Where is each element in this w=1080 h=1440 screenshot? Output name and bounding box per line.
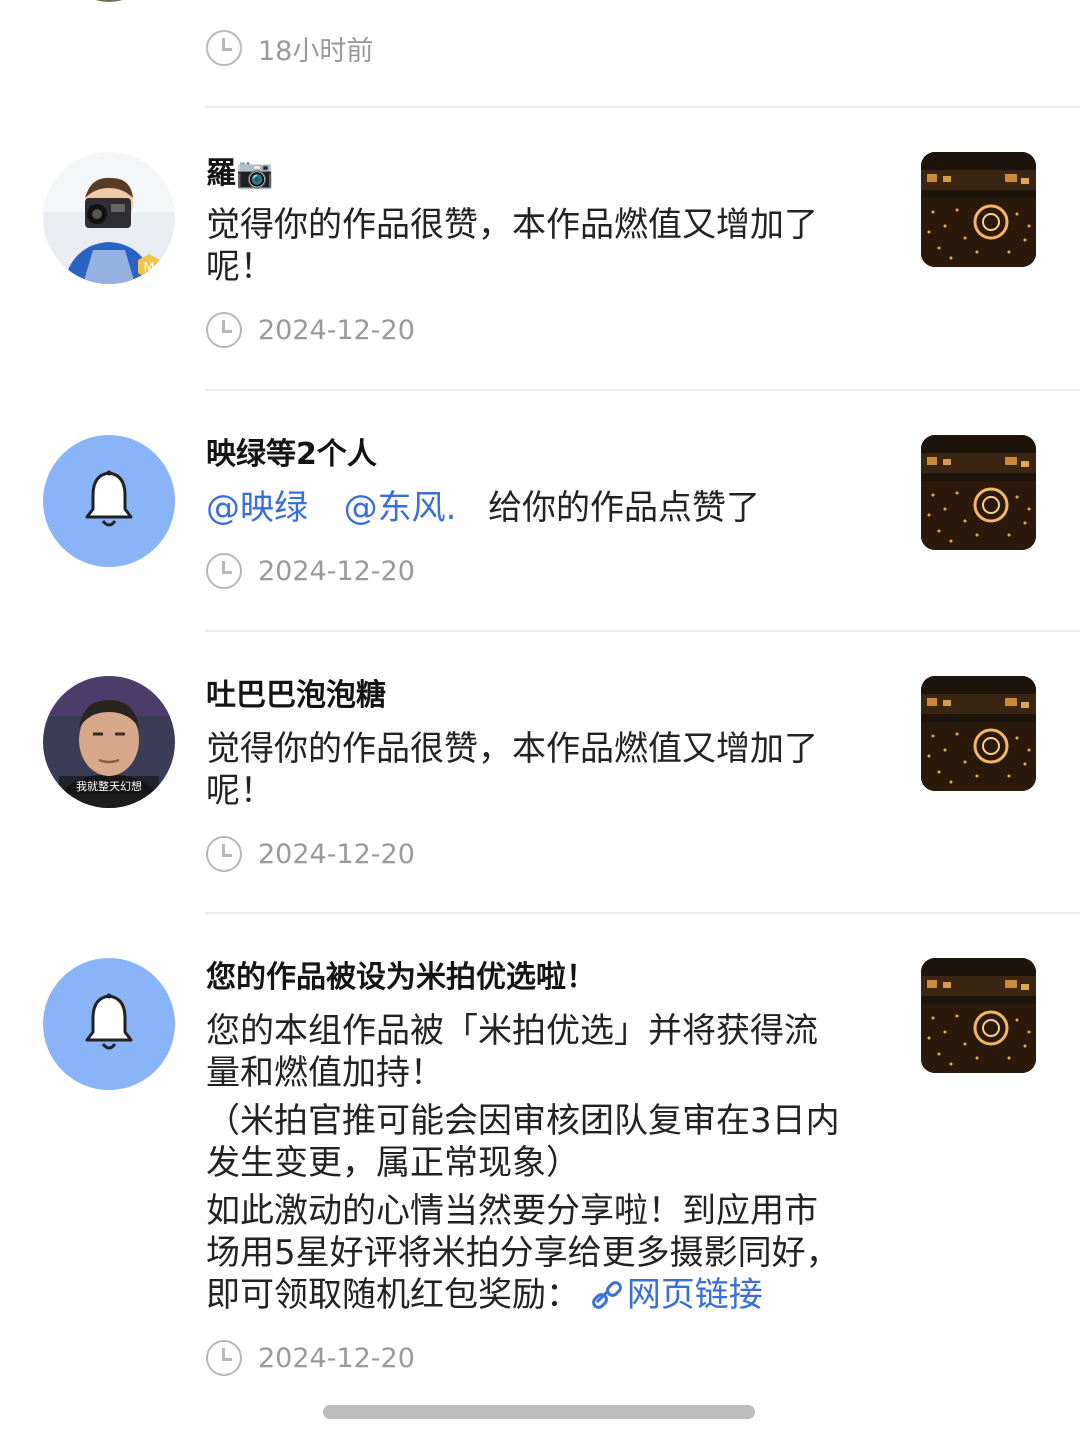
message-line: @映绿 @东风. 给你的作品点赞了 (206, 487, 886, 529)
notification-item[interactable]: 您的作品被设为米拍优选啦！ 您的本组作品被「米拍优选」并将获得流 量和燃值加持！… (0, 914, 1080, 1384)
bell-icon (85, 470, 133, 527)
timestamp-row: 2024-12-20 (206, 1338, 415, 1378)
clock-icon (206, 836, 242, 872)
message-line: 发生变更，属正常现象） (206, 1143, 580, 1183)
timestamp: 2024-12-20 (258, 314, 415, 346)
message-line: 呢！ (206, 771, 274, 811)
message-line: 呢！ (206, 247, 274, 287)
clock-icon (206, 1340, 242, 1376)
notification-screen: 18小时前 M 羅📷 觉得你的作品很赞，本作品燃值又增加了 呢！ 2024-12… (0, 0, 1080, 1440)
user-mention[interactable]: @映绿 (206, 488, 308, 528)
artwork-thumbnail[interactable] (921, 958, 1036, 1073)
avatar[interactable]: M (43, 152, 175, 284)
night-fireworks-thumbnail-image (921, 152, 1036, 267)
timestamp: 2024-12-20 (258, 838, 415, 870)
link-label[interactable]: 网页链接 (627, 1275, 763, 1315)
message-line: 场用5星好评将米拍分享给更多摄影同好， (206, 1233, 840, 1273)
web-link[interactable]: 网页链接 (591, 1275, 763, 1315)
sender-name[interactable]: 映绿等2个人 (206, 435, 377, 475)
message-line: （米拍官推可能会因审核团队复审在3日内 (206, 1101, 840, 1141)
avatar[interactable] (43, 958, 175, 1090)
message-text: 觉得你的作品很赞，本作品燃值又增加了 呢！ (206, 204, 886, 288)
notification-item[interactable]: M 羅📷 觉得你的作品很赞，本作品燃值又增加了 呢！ 2024-12-20 (0, 108, 1080, 390)
avatar[interactable] (43, 435, 175, 567)
timestamp-row: 2024-12-20 (206, 551, 415, 591)
clock-icon (206, 30, 242, 66)
night-fireworks-thumbnail-image (921, 958, 1036, 1073)
artwork-thumbnail[interactable] (921, 435, 1036, 550)
bell-icon (85, 993, 133, 1050)
message-line: 您的本组作品被「米拍优选」并将获得流 (206, 1011, 818, 1051)
member-badge: M (143, 261, 154, 276)
notification-item[interactable]: 我就整天幻想 吐巴巴泡泡糖 觉得你的作品很赞，本作品燃值又增加了 呢！ 2024… (0, 632, 1080, 914)
clock-icon (206, 553, 242, 589)
sender-name[interactable]: 吐巴巴泡泡糖 (206, 676, 386, 716)
timestamp-row: 18小时前 (206, 28, 373, 68)
message-text-fragment: 给你的作品点赞了 (488, 488, 761, 528)
message-line: 觉得你的作品很赞，本作品燃值又增加了 (206, 729, 818, 769)
night-fireworks-thumbnail-image (921, 435, 1036, 550)
message-line: 即可领取随机红包奖励： 网页链接 (206, 1274, 886, 1316)
sender-name[interactable]: 羅📷 (206, 154, 273, 194)
message-text-fragment: 即可领取随机红包奖励： (206, 1275, 580, 1315)
message-line: 觉得你的作品很赞，本作品燃值又增加了 (206, 205, 818, 245)
home-indicator[interactable] (323, 1405, 755, 1419)
message-text: 您的本组作品被「米拍优选」并将获得流 量和燃值加持！ （米拍官推可能会因审核团队… (206, 1010, 886, 1316)
avatar-caption: 我就整天幻想 (76, 779, 142, 793)
timestamp: 2024-12-20 (258, 1342, 415, 1374)
artwork-thumbnail[interactable] (921, 676, 1036, 791)
notification-item[interactable]: 映绿等2个人 @映绿 @东风. 给你的作品点赞了 2024-12-20 (0, 391, 1080, 631)
user-mention[interactable]: @东风. (344, 488, 457, 528)
message-text: @映绿 @东风. 给你的作品点赞了 (206, 487, 886, 529)
night-fireworks-thumbnail-image (921, 676, 1036, 791)
timestamp: 2024-12-20 (258, 555, 415, 587)
message-text: 觉得你的作品很赞，本作品燃值又增加了 呢！ (206, 728, 886, 812)
timestamp-row: 2024-12-20 (206, 834, 415, 874)
link-icon (591, 1281, 622, 1309)
notification-item-partial[interactable]: 18小时前 (0, 0, 1080, 108)
notification-title: 您的作品被设为米拍优选啦！ (206, 960, 596, 995)
clock-icon (206, 312, 242, 348)
message-line: 量和燃值加持！ (206, 1053, 444, 1093)
avatar[interactable]: 我就整天幻想 (43, 676, 175, 808)
timestamp: 18小时前 (258, 35, 374, 67)
avatar[interactable] (80, 0, 138, 2)
artwork-thumbnail[interactable] (921, 152, 1036, 267)
timestamp-row: 2024-12-20 (206, 310, 415, 350)
message-line: 如此激动的心情当然要分享啦！到应用市 (206, 1191, 818, 1231)
